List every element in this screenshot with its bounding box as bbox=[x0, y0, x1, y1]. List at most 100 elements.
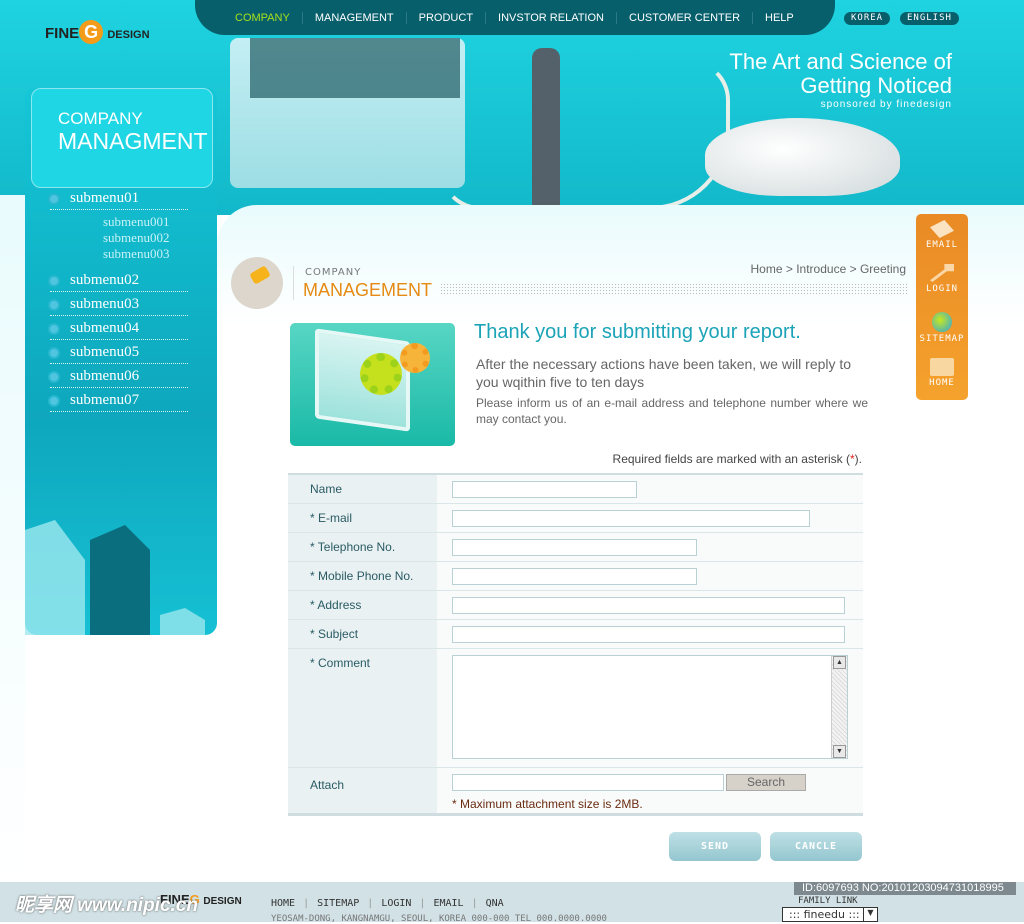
comment-label: * Comment bbox=[288, 649, 437, 767]
name-label: Name bbox=[288, 475, 437, 503]
nav-product[interactable]: PRODUCT bbox=[407, 11, 487, 24]
sidebar-item-label: submenu01 bbox=[70, 190, 140, 206]
cancel-button[interactable]: CANCLE bbox=[770, 832, 862, 861]
left-background bbox=[0, 195, 25, 885]
logo-g: G bbox=[79, 20, 104, 44]
footer-link-email[interactable]: EMAIL bbox=[433, 898, 463, 909]
lang-korea[interactable]: KOREA bbox=[844, 12, 891, 25]
required-note-end: ). bbox=[854, 452, 862, 466]
sidebar-item-submenu02[interactable]: submenu02 bbox=[50, 270, 188, 292]
sidebar-item-submenu05[interactable]: submenu05 bbox=[50, 342, 188, 364]
report-form: Name * E-mail * Telephone No. * Mobile P… bbox=[288, 473, 863, 816]
bullet-icon bbox=[50, 396, 58, 405]
breadcrumb-home[interactable]: Home bbox=[751, 262, 783, 276]
thank-you-heading: Thank you for submitting your report. bbox=[474, 321, 801, 343]
footer-link-qna[interactable]: QNA bbox=[486, 898, 504, 909]
quick-home[interactable]: HOME bbox=[916, 358, 968, 388]
businessman-illustration bbox=[532, 48, 560, 218]
sidebar-item-submenu03[interactable]: submenu03 bbox=[50, 294, 188, 316]
logo-text: FINE bbox=[45, 25, 80, 42]
attach-input[interactable] bbox=[452, 774, 724, 791]
search-button[interactable]: Search bbox=[726, 774, 806, 791]
box-home-icon bbox=[930, 358, 954, 376]
telephone-input[interactable] bbox=[452, 539, 697, 556]
key-icon bbox=[930, 264, 954, 282]
sidebar-item-label: submenu03 bbox=[70, 296, 140, 312]
mouse-cable-illustration bbox=[440, 60, 730, 210]
sidebar-item-submenu04[interactable]: submenu04 bbox=[50, 318, 188, 340]
watermark-id: ID:6097693 NO:20101203094731018995 bbox=[794, 882, 1016, 895]
quick-email[interactable]: EMAIL bbox=[916, 220, 968, 250]
breadcrumb-sep: > bbox=[849, 262, 857, 276]
send-button[interactable]: SEND bbox=[669, 832, 761, 861]
envelope-icon bbox=[930, 220, 954, 238]
sidebar-subitem-submenu002[interactable]: submenu002 bbox=[103, 230, 169, 246]
quick-email-label: EMAIL bbox=[925, 240, 959, 250]
sidebar-item-submenu06[interactable]: submenu06 bbox=[50, 366, 188, 388]
logo[interactable]: FINE G DESIGN bbox=[45, 20, 150, 44]
quick-sitemap[interactable]: SITEMAP bbox=[916, 312, 968, 344]
address-label: * Address bbox=[288, 591, 437, 619]
sidebar-item-label: submenu05 bbox=[70, 344, 140, 360]
divider bbox=[293, 266, 294, 300]
subject-label: * Subject bbox=[288, 620, 437, 648]
required-note: Required fields are marked with an aster… bbox=[613, 452, 862, 466]
nav-company[interactable]: COMPANY bbox=[223, 11, 303, 24]
bullet-icon bbox=[50, 300, 58, 309]
page-category: COMPANY bbox=[305, 267, 362, 278]
bullet-icon bbox=[50, 324, 58, 333]
buildings-illustration bbox=[25, 520, 205, 635]
sidebar-item-label: submenu07 bbox=[70, 392, 140, 408]
slogan-sponsor: sponsored by finedesign bbox=[820, 99, 952, 110]
scroll-down-icon[interactable]: ▼ bbox=[833, 745, 846, 758]
subject-input[interactable] bbox=[452, 626, 845, 643]
footer-links: HOME | SITEMAP | LOGIN | EMAIL | QNA bbox=[271, 898, 504, 909]
scroll-up-icon[interactable]: ▲ bbox=[833, 656, 846, 669]
monitor-illustration bbox=[230, 38, 465, 188]
sidebar-item-label: submenu02 bbox=[70, 272, 140, 288]
scrollbar[interactable]: ▲ ▼ bbox=[831, 656, 847, 758]
gear-icon bbox=[400, 343, 430, 373]
address-input[interactable] bbox=[452, 597, 845, 614]
computer-mouse-illustration bbox=[705, 118, 900, 196]
inform-text: Please inform us of an e-mail address an… bbox=[476, 396, 868, 426]
quick-login[interactable]: LOGIN bbox=[916, 264, 968, 294]
breadcrumb-introduce[interactable]: Introduce bbox=[796, 262, 846, 276]
gear-icon bbox=[360, 353, 402, 395]
quick-login-label: LOGIN bbox=[925, 284, 959, 294]
bullet-icon bbox=[50, 372, 58, 381]
footer-link-home[interactable]: HOME bbox=[271, 898, 295, 909]
family-site-select[interactable]: ::: fineedu ::: ▼ bbox=[782, 907, 878, 922]
email-label: * E-mail bbox=[288, 504, 437, 532]
comment-textarea[interactable]: ▲ ▼ bbox=[452, 655, 848, 759]
breadcrumb-sep: > bbox=[785, 262, 793, 276]
breadcrumb-greeting[interactable]: Greeting bbox=[860, 262, 906, 276]
sidebar-item-label: submenu04 bbox=[70, 320, 140, 336]
required-note-text: Required fields are marked with an aster… bbox=[612, 452, 850, 466]
sidebar-item-label: submenu06 bbox=[70, 368, 140, 384]
chevron-down-icon: ▼ bbox=[863, 908, 877, 921]
email-input[interactable] bbox=[452, 510, 810, 527]
sidebar-subitem-submenu001[interactable]: submenu001 bbox=[103, 214, 169, 230]
footer-link-login[interactable]: LOGIN bbox=[381, 898, 411, 909]
mobile-input[interactable] bbox=[452, 568, 697, 585]
footer-logo-design: DESIGN bbox=[203, 896, 242, 907]
sidebar-item-submenu01[interactable]: submenu01 bbox=[50, 188, 188, 210]
nav-management[interactable]: MANAGEMENT bbox=[303, 11, 407, 24]
nav-investor-relation[interactable]: INVSTOR RELATION bbox=[486, 11, 617, 24]
slogan-line1: The Art and Science of bbox=[729, 49, 952, 74]
top-nav: COMPANY MANAGEMENT PRODUCT INVSTOR RELAT… bbox=[195, 0, 835, 35]
watermark-site: 昵享网 www.nipic.cn bbox=[15, 895, 198, 916]
slogan: The Art and Science of Getting Noticed s… bbox=[729, 50, 952, 112]
sidebar-subitem-submenu003[interactable]: submenu003 bbox=[103, 246, 169, 262]
dotted-divider bbox=[440, 283, 908, 296]
breadcrumb: Home > Introduce > Greeting bbox=[751, 262, 907, 276]
bullet-icon bbox=[50, 194, 58, 203]
nav-help[interactable]: HELP bbox=[753, 12, 806, 24]
name-input[interactable] bbox=[452, 481, 637, 498]
nav-customer-center[interactable]: CUSTOMER CENTER bbox=[617, 11, 754, 24]
footer-link-sitemap[interactable]: SITEMAP bbox=[317, 898, 359, 909]
logo-design: DESIGN bbox=[107, 29, 150, 41]
lang-english[interactable]: ENGLISH bbox=[900, 12, 959, 25]
sidebar-item-submenu07[interactable]: submenu07 bbox=[50, 390, 188, 412]
